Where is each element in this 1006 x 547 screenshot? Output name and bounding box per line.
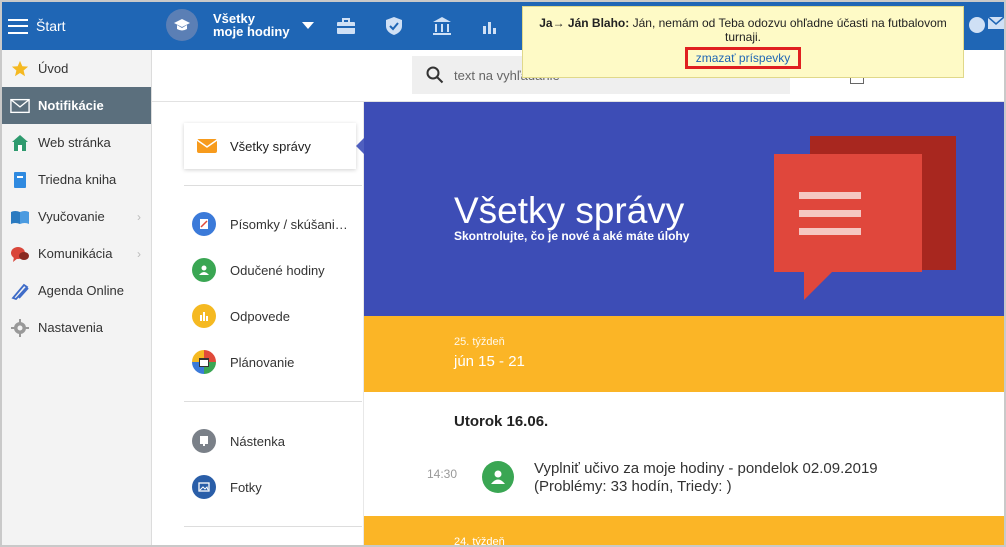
messages-content: Všetky správy Skontrolujte, čo je nové a… <box>364 102 1004 547</box>
notification-toast: Ja→ Ján Blaho: Ján, nemám od Teba odozvu… <box>522 6 964 78</box>
nav-item-label: Plánovanie <box>230 354 295 370</box>
envelope-icon <box>10 96 30 116</box>
nav-item-board[interactable]: Nástenka <box>192 428 285 454</box>
divider <box>184 526 362 527</box>
nav-item-planning[interactable]: Plánovanie <box>192 349 294 375</box>
sidebar-item-label: Nastavenia <box>38 320 104 335</box>
message-line1: Vyplniť učivo za moje hodiny - pondelok … <box>534 460 878 477</box>
week-number: 24. týždeň <box>454 536 505 547</box>
sidebar-item-label: Triedna kniha <box>38 172 117 187</box>
sidebar: Úvod Notifikácie Web stránka Triedna kni… <box>2 50 152 545</box>
week-header: 25. týždeň jún 15 - 21 <box>364 316 1004 392</box>
bank-icon[interactable] <box>430 14 454 38</box>
sidebar-item-label: Komunikácia <box>38 246 113 261</box>
nav-item-all-messages[interactable]: Všetky správy <box>184 123 365 169</box>
divider <box>184 185 362 186</box>
week-range: jún 15 - 21 <box>454 353 525 370</box>
bar-chart-icon[interactable] <box>478 14 502 38</box>
sidebar-item-web-stranka[interactable]: Web stránka <box>2 124 151 161</box>
shield-icon[interactable] <box>382 14 406 38</box>
exam-icon <box>192 212 216 236</box>
hamburger-icon <box>8 18 28 34</box>
chat-icon <box>10 244 30 264</box>
delete-posts-link[interactable]: zmazať príspevky <box>684 47 802 69</box>
message-line2: (Problémy: 33 hodín, Triedy: ) <box>534 478 732 495</box>
mail-icon[interactable] <box>987 16 1004 34</box>
nav-item-label: Odučené hodiny <box>230 262 325 278</box>
nav-item-exams[interactable]: Písomky / skúšani… <box>192 211 348 237</box>
sidebar-item-notifikacie[interactable]: Notifikácie <box>2 87 151 124</box>
chat-bubbles-icon <box>774 136 956 300</box>
sidebar-item-uvod[interactable]: Úvod <box>2 50 151 87</box>
week-number: 25. týždeň <box>454 336 505 348</box>
nav-item-label: Fotky <box>230 479 262 495</box>
person-icon <box>192 258 216 282</box>
chart-icon <box>192 304 216 328</box>
toast-message: Ján, nemám od Teba odozvu ohľadne účasti… <box>632 16 947 44</box>
sidebar-item-nastavenia[interactable]: Nastavenia <box>2 309 151 346</box>
photo-icon <box>192 475 216 499</box>
nav-item-photos[interactable]: Fotky <box>192 474 262 500</box>
message-filter-nav: Všetky správy Písomky / skúšani… Odučené… <box>152 102 365 545</box>
graduation-cap-icon <box>166 9 198 41</box>
page-title: Všetky správy <box>454 190 685 231</box>
nav-item-label: Odpovede <box>230 308 290 324</box>
board-icon <box>192 429 216 453</box>
nav-item-label: Písomky / skúšani… <box>230 216 348 232</box>
start-menu-button[interactable]: Štart <box>2 2 152 50</box>
sidebar-item-triedna-kniha[interactable]: Triedna kniha <box>2 161 151 198</box>
star-icon <box>10 59 30 79</box>
nav-item-label: Nástenka <box>230 433 285 449</box>
sidebar-item-vyucovanie[interactable]: Vyučovanie › <box>2 198 151 235</box>
course-title-line2: moje hodiny <box>213 24 290 39</box>
search-icon <box>426 66 444 84</box>
day-heading: Utorok 16.06. <box>454 413 549 430</box>
person-icon <box>482 461 514 493</box>
start-label: Štart <box>36 18 66 34</box>
course-selector[interactable]: Všetky moje hodiny <box>166 9 314 41</box>
envelope-icon <box>196 139 218 153</box>
home-icon <box>10 133 30 153</box>
nav-item-taught-lessons[interactable]: Odučené hodiny <box>192 257 325 283</box>
nav-item-answers[interactable]: Odpovede <box>192 303 290 329</box>
gear-icon <box>10 318 30 338</box>
sidebar-item-label: Notifikácie <box>38 98 104 113</box>
briefcase-icon[interactable] <box>334 14 358 38</box>
calendar-icon <box>192 350 216 374</box>
sidebar-item-label: Úvod <box>38 61 69 76</box>
nav-item-label: Všetky správy <box>230 138 311 154</box>
toast-sender: Ja→ Ján Blaho: <box>539 16 630 30</box>
message-entry[interactable]: Vyplniť učivo za moje hodiny - pondelok … <box>534 460 878 496</box>
sidebar-item-label: Vyučovanie <box>38 209 105 224</box>
week-header: 24. týždeň <box>364 516 1004 547</box>
sidebar-item-komunikacia[interactable]: Komunikácia › <box>2 235 151 272</box>
chevron-down-icon <box>301 21 314 29</box>
open-book-icon <box>10 207 30 227</box>
sidebar-item-agenda-online[interactable]: Agenda Online <box>2 272 151 309</box>
user-icon[interactable] <box>968 16 986 34</box>
sidebar-item-label: Web stránka <box>38 135 111 150</box>
entry-time: 14:30 <box>427 467 458 481</box>
chevron-right-icon: › <box>137 209 141 224</box>
sidebar-item-label: Agenda Online <box>38 283 125 298</box>
book-icon <box>10 170 30 190</box>
chevron-right-icon: › <box>137 246 141 261</box>
page-subtitle: Skontrolujte, čo je nové a aké máte úloh… <box>454 229 690 243</box>
hero-banner: Všetky správy Skontrolujte, čo je nové a… <box>364 102 1004 316</box>
app-window: Štart Všetky moje hodiny Ja→ Ján Blaho: … <box>0 0 1006 547</box>
divider <box>184 401 362 402</box>
pen-icon <box>10 281 30 301</box>
